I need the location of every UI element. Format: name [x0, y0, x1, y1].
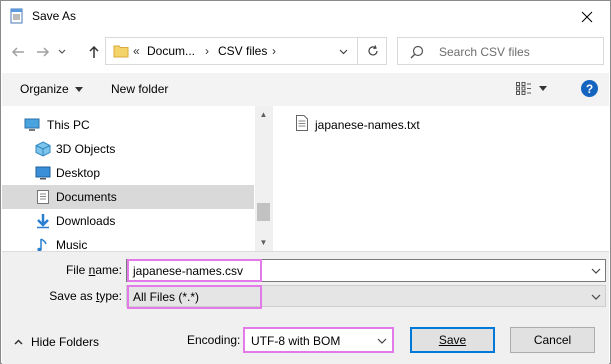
file-list-pane: japanese-names.txt — [272, 106, 609, 251]
navigation-pane: This PC 3D Objects Desktop Documents Dow… — [2, 106, 272, 251]
forward-button[interactable] — [32, 41, 54, 63]
file-name-value: japanese-names.csv — [133, 264, 244, 278]
organize-button[interactable]: Organize — [20, 82, 83, 96]
search-input[interactable]: Search CSV files — [397, 37, 604, 65]
3d-objects-icon — [35, 141, 51, 157]
nav-item-documents[interactable]: Documents — [2, 185, 254, 209]
back-button[interactable] — [7, 41, 29, 63]
nav-item-desktop[interactable]: Desktop — [2, 161, 254, 185]
organize-label: Organize — [20, 82, 69, 96]
caret-down-icon — [74, 86, 83, 92]
nav-item-label: Downloads — [56, 214, 116, 228]
caret-up-icon — [14, 339, 23, 345]
title-bar: Save As — [1, 1, 610, 32]
chevron-right-icon[interactable]: › — [205, 44, 209, 58]
chevron-down-icon — [377, 338, 387, 344]
scroll-down-arrow-icon[interactable]: ▼ — [255, 234, 272, 251]
chevron-right-icon[interactable]: › — [272, 44, 276, 58]
arrow-left-icon — [11, 47, 24, 57]
command-bar: Organize New folder ? — [2, 73, 609, 106]
scroll-thumb[interactable] — [257, 203, 270, 221]
hide-folders-button[interactable]: Hide Folders — [14, 335, 99, 349]
address-dropdown-button[interactable] — [331, 38, 355, 64]
nav-item-label: 3D Objects — [56, 142, 116, 156]
nav-item-label: Desktop — [56, 166, 101, 180]
chevron-down-icon[interactable] — [590, 265, 602, 277]
caret-down-icon — [539, 86, 547, 91]
music-icon — [35, 237, 51, 251]
save-as-type-label: Save as type: — [49, 289, 122, 303]
chevron-down-icon[interactable] — [590, 291, 602, 303]
cancel-label: Cancel — [533, 333, 572, 347]
nav-scrollbar[interactable]: ▲ ▼ — [255, 106, 272, 251]
chevron-down-icon — [339, 49, 347, 54]
desktop-icon — [35, 165, 51, 181]
address-segment-csv-files[interactable]: CSV files — [218, 44, 267, 58]
arrow-up-icon — [89, 45, 99, 58]
address-bar[interactable]: « Docum... › CSV files › — [105, 37, 387, 65]
text-file-icon — [295, 115, 309, 134]
downloads-icon — [35, 213, 51, 229]
save-as-type-value: All Files (*.*) — [133, 290, 200, 304]
notepad-icon — [9, 8, 25, 24]
change-view-button[interactable] — [516, 82, 547, 95]
address-overflow[interactable]: « — [133, 44, 140, 58]
new-folder-label: New folder — [111, 82, 169, 96]
nav-item-label: Documents — [56, 190, 117, 204]
chevron-down-icon — [58, 49, 66, 54]
recent-locations-button[interactable] — [55, 41, 69, 63]
file-name-field[interactable]: japanese-names.csv — [126, 259, 606, 282]
save-button[interactable]: Save — [410, 327, 495, 353]
arrow-right-icon — [37, 47, 50, 57]
save-label: Save — [438, 333, 467, 347]
save-as-dialog: Save As « Docum... › CSV files › Search … — [0, 0, 611, 364]
save-options-panel: File name: japanese-names.csv Save as ty… — [2, 251, 609, 364]
file-item[interactable]: japanese-names.txt — [295, 115, 420, 134]
encoding-value: UTF-8 with BOM — [251, 334, 341, 348]
nav-item-downloads[interactable]: Downloads — [2, 209, 254, 233]
search-placeholder: Search CSV files — [439, 45, 530, 59]
help-button[interactable]: ? — [581, 80, 598, 97]
file-name-label: File name: — [65, 263, 122, 277]
refresh-button[interactable] — [357, 38, 387, 64]
new-folder-button[interactable]: New folder — [111, 82, 168, 96]
save-as-type-select[interactable]: All Files (*.*) — [126, 285, 606, 309]
folder-icon — [113, 44, 129, 58]
close-button[interactable] — [564, 1, 610, 32]
documents-icon — [35, 189, 51, 205]
close-icon — [581, 11, 593, 22]
encoding-label: Encoding: — [187, 333, 241, 347]
up-button[interactable] — [83, 41, 105, 63]
window-title: Save As — [32, 9, 77, 23]
file-name: japanese-names.txt — [315, 117, 420, 132]
nav-item-music[interactable]: Music — [2, 233, 254, 251]
refresh-icon — [367, 45, 378, 56]
cancel-button[interactable]: Cancel — [510, 327, 595, 353]
pc-icon — [24, 117, 40, 133]
help-icon: ? — [585, 81, 594, 96]
nav-item-3d-objects[interactable]: 3D Objects — [2, 137, 254, 161]
nav-item-this-pc[interactable]: This PC — [2, 113, 254, 137]
nav-item-label: Music — [56, 238, 88, 251]
hide-folders-label: Hide Folders — [31, 335, 100, 349]
view-details-icon — [516, 82, 531, 95]
encoding-select[interactable]: UTF-8 with BOM — [243, 327, 394, 353]
nav-item-label: This PC — [47, 118, 90, 132]
address-segment-documents[interactable]: Docum... — [147, 44, 195, 58]
search-icon — [410, 45, 424, 59]
scroll-up-arrow-icon[interactable]: ▲ — [255, 106, 272, 123]
